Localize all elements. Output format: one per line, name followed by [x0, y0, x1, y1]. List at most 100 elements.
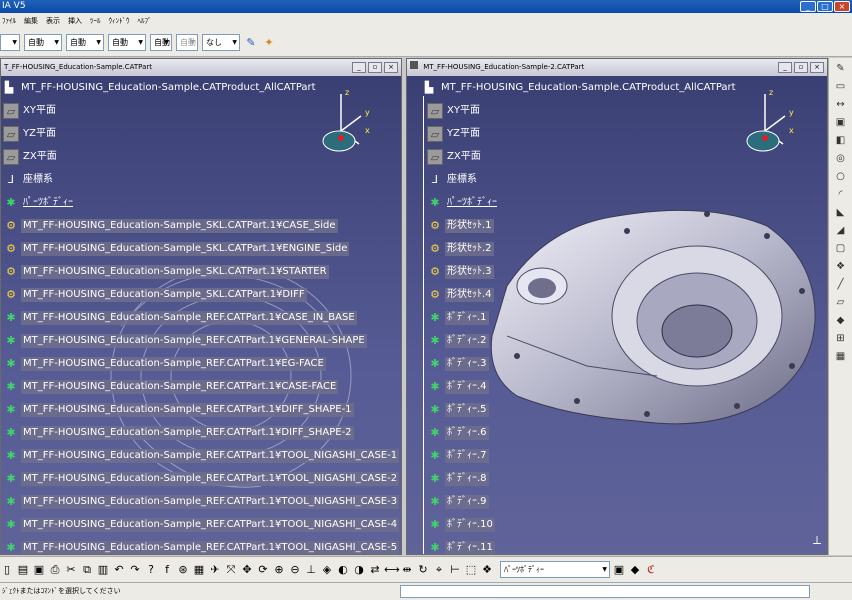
tree-node[interactable]: ✱ ﾎﾞﾃﾞｨｰ.11: [427, 538, 495, 554]
table-icon[interactable]: ▦: [192, 563, 206, 577]
measure-between-icon[interactable]: ⟷: [384, 563, 400, 577]
zoom-in-icon[interactable]: ⊕: [272, 563, 286, 577]
hide-show-icon[interactable]: ◑: [352, 563, 366, 577]
tree-node[interactable]: ✱ MT_FF-HOUSING_Education-Sample_REF.CATP…: [3, 446, 400, 466]
tree-node[interactable]: ⚙ MT_FF-HOUSING_Education-Sample_SKL.CATP…: [3, 216, 338, 236]
tree-node[interactable]: ✱ ﾎﾞﾃﾞｨｰ.6: [427, 423, 489, 443]
restore-button[interactable]: ▫: [368, 62, 382, 73]
tree-node[interactable]: ✱ ﾎﾞﾃﾞｨｰ.2: [427, 331, 489, 351]
tree-node[interactable]: ✱ ﾎﾞﾃﾞｨｰ.8: [427, 469, 489, 489]
color-select[interactable]: ▼: [0, 34, 20, 51]
zoom-out-icon[interactable]: ⊖: [288, 563, 302, 577]
help-icon[interactable]: ?: [144, 563, 158, 577]
tree-node[interactable]: ⚙ 形状ｾｯﾄ.1: [427, 216, 494, 236]
shading-icon[interactable]: ◐: [336, 563, 350, 577]
tree-node[interactable]: ✱ MT_FF-HOUSING_Education-Sample_REF.CATP…: [3, 492, 400, 512]
left-3d-viewport[interactable]: ▙ MT_FF-HOUSING_Education-Sample.CATProdu…: [1, 76, 401, 554]
fillet-icon[interactable]: ◜: [834, 188, 848, 202]
tree-node[interactable]: ✱ ﾎﾞﾃﾞｨｰ.4: [427, 377, 489, 397]
cut-icon[interactable]: ✂: [64, 563, 78, 577]
tree-node[interactable]: ▱ XY平面: [3, 101, 58, 121]
tree-node[interactable]: ✱ MT_FF-HOUSING_Education-Sample_REF.CATP…: [3, 469, 400, 489]
catalog-icon[interactable]: ▣: [612, 563, 626, 577]
tree-node[interactable]: ⚙ MT_FF-HOUSING_Education-Sample_SKL.CATP…: [3, 239, 350, 259]
chamfer-icon[interactable]: ◣: [834, 206, 848, 220]
line-weight-select[interactable]: 自動 ▼: [66, 34, 104, 51]
tree-node[interactable]: ✱ ﾊﾟｰﾂﾎﾞﾃﾞｨｰ: [3, 193, 75, 213]
pad-icon[interactable]: ▣: [834, 116, 848, 130]
paint-brush-icon[interactable]: ✎: [244, 36, 258, 50]
print-icon[interactable]: ⎙: [48, 563, 62, 577]
redo-icon[interactable]: ↷: [128, 563, 142, 577]
right-3d-viewport[interactable]: ▙ MT_FF-HOUSING_Education-Sample.CATProdu…: [407, 76, 827, 554]
tree-node[interactable]: ✱ ﾎﾞﾃﾞｨｰ.7: [427, 446, 489, 466]
tree-node[interactable]: ▱ YZ平面: [427, 124, 482, 144]
plane-icon[interactable]: ▱: [834, 296, 848, 310]
tree-node[interactable]: ✱ MT_FF-HOUSING_Education-Sample_REF.CATP…: [3, 538, 400, 554]
insert-body-icon[interactable]: ❖: [480, 563, 494, 577]
transparency-select[interactable]: 自動 ▼: [24, 34, 62, 51]
undo-icon[interactable]: ↶: [112, 563, 126, 577]
measure-icon[interactable]: ⊞: [834, 332, 848, 346]
tree-node[interactable]: ⚙ MT_FF-HOUSING_Education-Sample_SKL.CATP…: [3, 285, 307, 305]
draft-icon[interactable]: ◢: [834, 224, 848, 238]
menu-insert[interactable]: 挿入: [68, 16, 82, 26]
tree-node[interactable]: ▱ ZX平面: [3, 147, 59, 167]
tree-node[interactable]: ✱ ﾊﾟｰﾂﾎﾞﾃﾞｨｰ: [427, 193, 499, 213]
tree-node[interactable]: ✱ ﾎﾞﾃﾞｨｰ.5: [427, 400, 489, 420]
tree-node[interactable]: ✱ MT_FF-HOUSING_Education-Sample_REF.CATP…: [3, 331, 367, 351]
tree-node[interactable]: ✱ MT_FF-HOUSING_Education-Sample_REF.CATP…: [3, 308, 357, 328]
line-icon[interactable]: ╱: [834, 278, 848, 292]
minimize-button[interactable]: _: [352, 62, 366, 73]
restore-button[interactable]: ▫: [794, 62, 808, 73]
tree-node[interactable]: ✱ ﾎﾞﾃﾞｨｰ.3: [427, 354, 489, 374]
tree-node[interactable]: ⚙ 形状ｾｯﾄ.2: [427, 239, 494, 259]
minimize-button[interactable]: _: [778, 62, 792, 73]
swap-visible-icon[interactable]: ⇄: [368, 563, 382, 577]
constraint-icon[interactable]: ↔: [834, 98, 848, 112]
power-input-field[interactable]: [400, 585, 810, 598]
paste-icon[interactable]: ▥: [96, 563, 110, 577]
tree-node[interactable]: ✱ MT_FF-HOUSING_Education-Sample_REF.CATP…: [3, 354, 326, 374]
measure-item-icon[interactable]: ⇹: [400, 563, 414, 577]
point-symbol-select[interactable]: 自動 ▼: [150, 34, 172, 51]
close-button[interactable]: ×: [834, 1, 850, 12]
axis-system-icon[interactable]: ⊢: [448, 563, 462, 577]
sketch-icon[interactable]: ▭: [834, 80, 848, 94]
render-style-select[interactable]: 自動 ▼: [176, 34, 198, 51]
new-icon[interactable]: ▯: [0, 563, 14, 577]
painter-icon[interactable]: ✦: [262, 36, 276, 50]
layer-select[interactable]: なし ▼: [202, 34, 240, 51]
tree-node[interactable]: ✱ ﾎﾞﾃﾞｨｰ.9: [427, 492, 489, 512]
tree-node[interactable]: ▱ XY平面: [427, 101, 482, 121]
save-icon[interactable]: ▣: [32, 563, 46, 577]
tree-root[interactable]: ▙ MT_FF-HOUSING_Education-Sample.CATProdu…: [421, 78, 738, 98]
update-icon[interactable]: ↻: [416, 563, 430, 577]
close-button[interactable]: ×: [384, 62, 398, 73]
copy-icon[interactable]: ⧉: [80, 563, 94, 577]
sketcher-icon[interactable]: ✎: [834, 62, 848, 76]
apply-material-icon[interactable]: ▦: [834, 350, 848, 364]
tree-node[interactable]: ✱ MT_FF-HOUSING_Education-Sample_REF.CATP…: [3, 377, 339, 397]
shaft-icon[interactable]: ◎: [834, 152, 848, 166]
menu-edit[interactable]: 編集: [24, 16, 38, 26]
formula-icon[interactable]: f: [160, 563, 174, 577]
pocket-icon[interactable]: ◧: [834, 134, 848, 148]
tree-node[interactable]: ✱ ﾎﾞﾃﾞｨｰ.10: [427, 515, 495, 535]
work-object-select[interactable]: ﾊﾟｰﾂﾎﾞﾃﾞｨｰ ▼: [500, 561, 610, 578]
close-button[interactable]: ×: [810, 62, 824, 73]
maximize-button[interactable]: □: [817, 1, 833, 12]
tree-node[interactable]: ✱ MT_FF-HOUSING_Education-Sample_REF.CATP…: [3, 423, 354, 443]
tree-node[interactable]: ✱ MT_FF-HOUSING_Education-Sample_REF.CATP…: [3, 515, 400, 535]
tree-node[interactable]: ✱ MT_FF-HOUSING_Education-Sample_REF.CATP…: [3, 400, 354, 420]
tree-node[interactable]: ⚙ MT_FF-HOUSING_Education-Sample_SKL.CATP…: [3, 262, 329, 282]
menu-tools[interactable]: ﾂｰﾙ: [90, 16, 101, 26]
fit-all-icon[interactable]: ⤧: [224, 563, 238, 577]
apply-material-icon[interactable]: ◆: [628, 563, 642, 577]
menu-file[interactable]: ﾌｧｲﾙ: [2, 16, 16, 26]
compass[interactable]: z y x: [743, 86, 803, 156]
line-type-select[interactable]: 自動 ▼: [108, 34, 146, 51]
tree-node[interactable]: ▱ ZX平面: [427, 147, 483, 167]
surface-icon[interactable]: ◆: [834, 314, 848, 328]
tree-node[interactable]: ⅃ 座標系: [427, 170, 479, 190]
